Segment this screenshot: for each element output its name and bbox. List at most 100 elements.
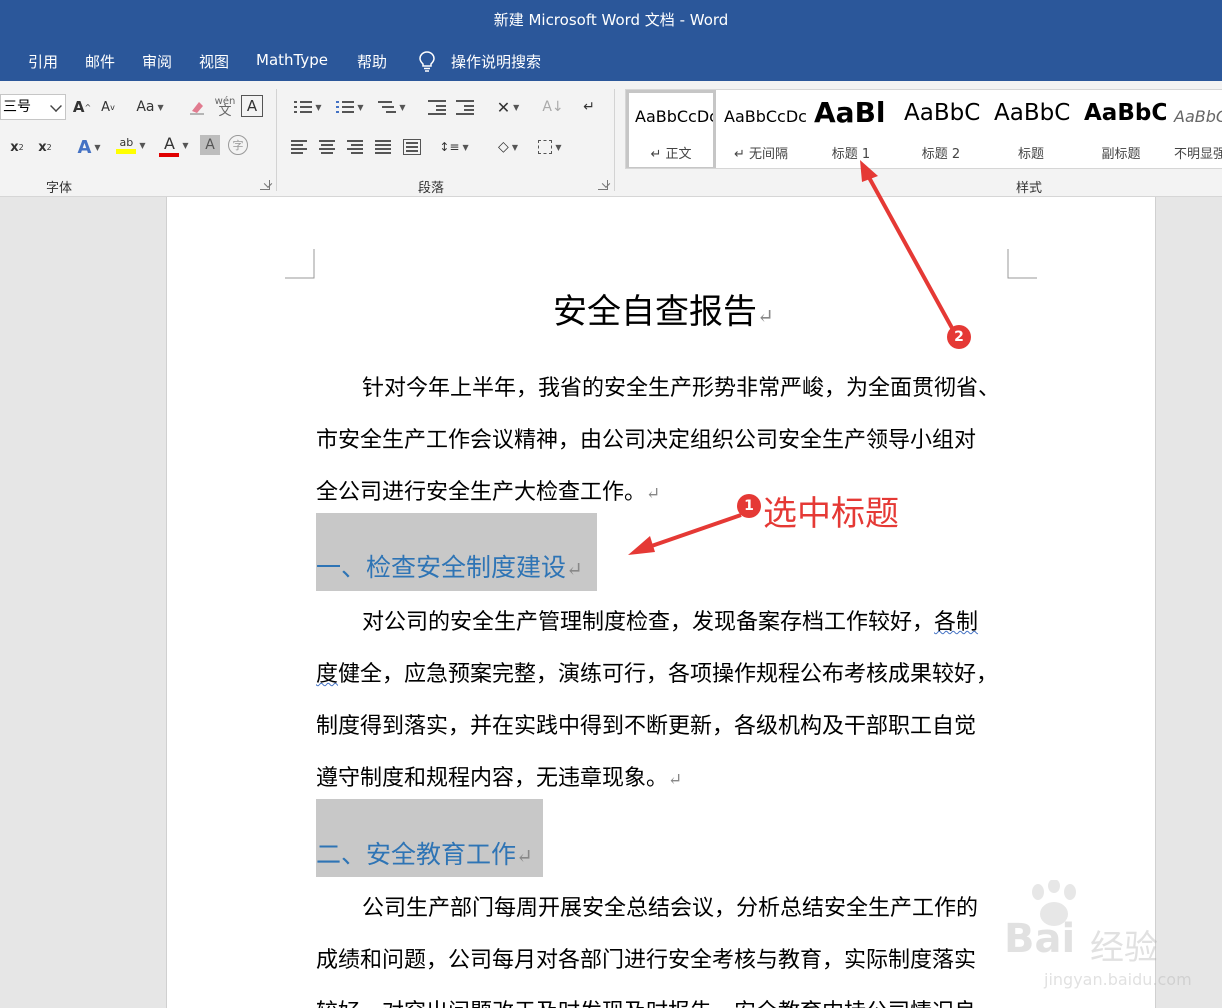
shrink-font-icon[interactable]: Av xyxy=(98,95,118,119)
paragraph-line[interactable]: 度健全，应急预案完整，演练可行，各项操作规程公布考核成果较好， xyxy=(316,656,998,688)
paragraph-line[interactable]: 市安全生产工作会议精神，由公司决定组织公司安全生产领导小组对 xyxy=(316,422,976,454)
heading-text: 二、安全教育工作 xyxy=(316,840,517,869)
distributed-icon[interactable] xyxy=(402,135,422,159)
style-name: 副标题 xyxy=(1101,147,1141,162)
style-preview: AaBbCcDc xyxy=(635,107,716,126)
style-heading-2[interactable]: AaBbC 标题 2 xyxy=(896,90,986,168)
style-preview: AaBbCcDc xyxy=(724,107,806,126)
justify-icon[interactable] xyxy=(374,135,394,159)
paragraph-line[interactable]: 公司生产部门每周开展安全总结会议，分析总结安全生产工作的 xyxy=(362,890,978,922)
paragraph-dialog-launcher-icon[interactable] xyxy=(598,180,608,190)
paragraph-line[interactable]: 制度得到落实，并在实践中得到不断更新，各级机构及干部职工自觉 xyxy=(316,708,976,740)
paragraph-line[interactable]: 全公司进行安全生产大检查工作。↵ xyxy=(316,474,660,506)
line-spacing-icon[interactable]: ↕≡ ▼ xyxy=(436,135,472,159)
styles-group-label: 样式 xyxy=(1016,181,1043,196)
change-case-icon[interactable]: Aa ▼ xyxy=(134,95,166,119)
style-preview: AaBbC xyxy=(904,100,981,126)
enclose-char-icon[interactable]: 字 xyxy=(228,135,248,155)
numbering-icon[interactable]: ▼ xyxy=(332,95,368,119)
crop-mark-top-right xyxy=(1007,249,1037,279)
show-marks-icon[interactable]: ↵ xyxy=(578,95,600,119)
align-center-icon[interactable] xyxy=(318,135,338,159)
increase-indent-icon[interactable] xyxy=(454,95,476,119)
line-text: 遵守制度和规程内容，无违章现象。 xyxy=(316,766,669,791)
style-name: ↵ 正文 xyxy=(650,147,692,162)
spelling-mark: 各制 xyxy=(934,610,979,635)
heading-1[interactable]: 一、检查安全制度建设↵ xyxy=(316,548,583,584)
style-name: ↵ 无间隔 xyxy=(733,147,789,162)
superscript-icon[interactable]: x2 xyxy=(34,135,56,159)
watermark-url: jingyan.baidu.com xyxy=(1044,970,1192,989)
menu-bar: 引用 邮件 审阅 视图 MathType 帮助 xyxy=(0,38,1222,81)
chevron-down-icon xyxy=(50,100,62,112)
style-preview: AaBbC xyxy=(1084,100,1166,126)
style-title[interactable]: AaBbC 标题 xyxy=(986,90,1076,168)
font-size-select[interactable]: 三号 xyxy=(0,94,66,120)
borders-icon[interactable]: ▼ xyxy=(532,135,568,159)
group-divider xyxy=(276,89,277,191)
style-heading-1[interactable]: AaBl 标题 1 xyxy=(806,90,896,168)
style-subtle-emphasis[interactable]: AaBbCc 不明显强 xyxy=(1166,90,1222,168)
asian-layout-icon[interactable]: ✕ ▼ xyxy=(490,95,526,119)
paragraph-mark: ↵ xyxy=(646,484,661,504)
shading-icon[interactable]: ◇ ▼ xyxy=(490,135,526,159)
font-color-icon[interactable]: A ▼ xyxy=(156,133,192,157)
bullets-icon[interactable]: ▼ xyxy=(290,95,326,119)
align-right-icon[interactable] xyxy=(346,135,366,159)
menu-references[interactable]: 引用 xyxy=(28,51,58,72)
tell-me-search[interactable]: 操作说明搜索 xyxy=(451,51,541,72)
spelling-mark: 度 xyxy=(316,662,339,687)
style-subtitle[interactable]: AaBbC 副标题 xyxy=(1076,90,1166,168)
window-title: 新建 Microsoft Word 文档 - Word xyxy=(493,11,729,29)
menu-mailings[interactable]: 邮件 xyxy=(85,51,115,72)
char-shading-icon[interactable]: A xyxy=(200,135,220,155)
crop-mark-top-left xyxy=(285,249,315,279)
paragraph-line[interactable]: 对公司的安全生产管理制度检查，发现备案存档工作较好，各制 xyxy=(362,604,978,636)
align-left-icon[interactable] xyxy=(290,135,310,159)
line-text: 健全，应急预案完整，演练可行，各项操作规程公布考核成果较好， xyxy=(338,662,999,687)
paragraph-line[interactable]: 成绩和问题，公司每月对各部门进行安全考核与教育，实际制度落实 xyxy=(316,942,976,974)
sort-icon[interactable]: A↓ xyxy=(542,95,564,119)
grow-font-icon[interactable]: A ^ xyxy=(72,95,92,119)
title-bar: 新建 Microsoft Word 文档 - Word xyxy=(0,0,1222,38)
baidu-watermark: Bai 经验 jingyan.baidu.com xyxy=(1004,880,1214,1000)
heading-text: 一、检查安全制度建设 xyxy=(316,553,567,582)
step-badge-1: 1 xyxy=(737,494,761,518)
paragraph-mark: ↵ xyxy=(757,304,774,328)
multilevel-list-icon[interactable]: ▼ xyxy=(374,95,410,119)
heading-2[interactable]: 二、安全教育工作↵ xyxy=(316,835,533,871)
menu-view[interactable]: 视图 xyxy=(199,51,229,72)
paragraph-line[interactable]: 针对今年上半年，我省的安全生产形势非常严峻，为全面贯彻省、 xyxy=(362,370,1000,402)
subscript-icon[interactable]: x2 xyxy=(6,135,28,159)
ribbon: 三号 A ^ Av Aa ▼ wén 文 A x2 x2 A ▼ ab ▼ A ▼ A 字 … xyxy=(0,81,1222,197)
highlight-color-icon[interactable]: ab ▼ xyxy=(112,133,150,157)
paragraph-line[interactable]: 较好，对突出问题改于及时发现及时报告，安全教育内持公司情况良 xyxy=(316,994,976,1008)
style-preview: AaBl xyxy=(814,96,886,129)
annotation-label: 选中标题 xyxy=(763,494,899,534)
menu-help[interactable]: 帮助 xyxy=(357,51,387,72)
watermark-brand: Bai xyxy=(1004,916,1076,962)
paragraph-mark: ↵ xyxy=(668,770,683,790)
paragraph-mark: ↵ xyxy=(566,557,583,581)
line-text: 对公司的安全生产管理制度检查，发现备案存档工作较好， xyxy=(362,610,935,635)
font-dialog-launcher-icon[interactable] xyxy=(260,180,270,190)
step-badge-2: 2 xyxy=(947,325,971,349)
paragraph-line[interactable]: 遵守制度和规程内容，无违章现象。↵ xyxy=(316,760,682,792)
char-border-icon[interactable]: A xyxy=(241,95,263,117)
menu-review[interactable]: 审阅 xyxy=(142,51,172,72)
style-name: 不明显强 xyxy=(1174,147,1222,162)
style-preview: AaBbC xyxy=(994,100,1071,126)
document-title[interactable]: 安全自查报告↵ xyxy=(553,284,774,333)
lightbulb-icon[interactable] xyxy=(416,50,438,72)
style-preview: AaBbCc xyxy=(1174,107,1222,126)
decrease-indent-icon[interactable] xyxy=(426,95,448,119)
text-effects-icon[interactable]: A ▼ xyxy=(72,135,106,159)
menu-mathtype[interactable]: MathType xyxy=(256,51,328,69)
style-no-spacing[interactable]: AaBbCcDc ↵ 无间隔 xyxy=(716,90,806,168)
font-group-label: 字体 xyxy=(46,181,73,196)
phonetic-guide-icon[interactable]: wén 文 xyxy=(214,95,236,119)
title-text: 安全自查报告 xyxy=(553,292,757,332)
styles-gallery: AaBbCcDc ↵ 正文 AaBbCcDc ↵ 无间隔 AaBl 标题 1 A… xyxy=(625,89,1222,169)
style-normal[interactable]: AaBbCcDc ↵ 正文 xyxy=(626,90,716,168)
clear-format-icon[interactable] xyxy=(186,95,208,119)
